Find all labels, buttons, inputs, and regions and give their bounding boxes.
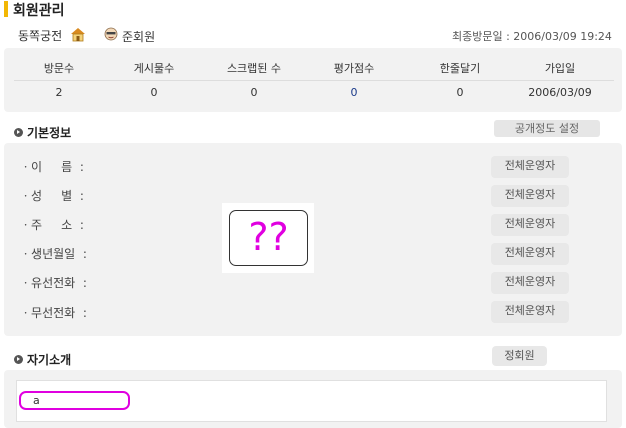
stat-value: 0 bbox=[150, 86, 158, 99]
stat-value: 2 bbox=[55, 86, 63, 99]
visibility-select-landline[interactable]: 전체운영자 bbox=[491, 272, 569, 294]
stat-value: 0 bbox=[250, 86, 258, 99]
stat-value-link[interactable]: 0 bbox=[309, 86, 399, 99]
field-label-gender: ㆍ성 별 : bbox=[20, 189, 84, 203]
field-label-name: ㆍ이 름 : bbox=[20, 160, 84, 174]
member-level: 준회원 bbox=[122, 30, 156, 44]
placeholder-annotation: ?? bbox=[248, 215, 289, 259]
stat-label: 방문수 bbox=[43, 62, 75, 75]
club-name[interactable]: 동쪽궁전 bbox=[18, 27, 62, 44]
bullet-icon bbox=[14, 128, 23, 137]
title-accent-bar bbox=[4, 1, 8, 17]
visibility-select-mobile[interactable]: 전체운영자 bbox=[491, 301, 569, 323]
field-label-landline: ㆍ유선전화 : bbox=[20, 276, 87, 290]
visibility-select-address[interactable]: 전체운영자 bbox=[491, 214, 569, 236]
stat-label: 스크랩된 수 bbox=[226, 62, 282, 75]
member-avatar-icon bbox=[104, 27, 118, 41]
stat-label: 평가점수 bbox=[333, 62, 375, 75]
disclosure-settings-button[interactable]: 공개정도 설정 bbox=[494, 120, 600, 137]
self-intro-text: a bbox=[33, 394, 40, 407]
bullet-icon bbox=[14, 355, 23, 364]
stat-value: 0 bbox=[456, 86, 464, 99]
visibility-select-birthdate[interactable]: 전체운영자 bbox=[491, 243, 569, 265]
stats-divider bbox=[14, 80, 614, 81]
field-label-address: ㆍ주 소 : bbox=[20, 218, 84, 232]
field-label-mobile: ㆍ무선전화 : bbox=[20, 306, 87, 320]
stat-label: 게시물수 bbox=[133, 62, 175, 75]
section-title-self-intro: 자기소개 bbox=[27, 353, 72, 367]
house-icon bbox=[69, 26, 87, 42]
stat-label: 가입일 bbox=[544, 62, 576, 75]
visibility-select-name[interactable]: 전체운영자 bbox=[491, 156, 569, 178]
last-visit-timestamp: 최종방문일 : 2006/03/09 19:24 bbox=[452, 30, 612, 43]
field-label-birthdate: ㆍ생년월일 : bbox=[20, 247, 87, 261]
visibility-select-intro[interactable]: 정회원 bbox=[492, 346, 547, 366]
section-title-basic-info: 기본정보 bbox=[27, 126, 72, 140]
visibility-select-gender[interactable]: 전체운영자 bbox=[491, 185, 569, 207]
page-title: 회원관리 bbox=[13, 3, 65, 19]
stat-value: 2006/03/09 bbox=[528, 86, 592, 99]
stat-label: 한줄달기 bbox=[439, 62, 481, 75]
